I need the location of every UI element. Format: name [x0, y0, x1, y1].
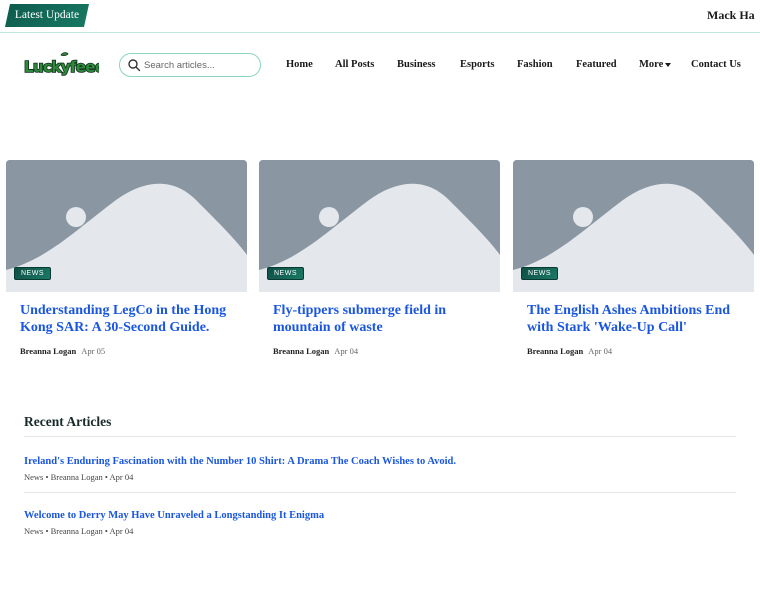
recent-article-link[interactable]: Ireland's Enduring Fascination with the … — [24, 456, 456, 467]
card-date: Apr 04 — [334, 346, 359, 356]
card-title[interactable]: Fly-tippers submerge field in mountain o… — [273, 303, 495, 336]
logo-leaf-icon — [60, 52, 69, 57]
latest-update-tag: Latest Update — [5, 4, 89, 27]
nav-fashion[interactable]: Fashion — [517, 59, 553, 70]
nav-home[interactable]: Home — [286, 59, 313, 70]
card-meta: Breanna Logan Apr 04 — [273, 346, 358, 356]
card-meta: Breanna Logan Apr 04 — [527, 346, 612, 356]
category-badge[interactable]: NEWS — [14, 267, 51, 280]
card-title[interactable]: Understanding LegCo in the Hong Kong SAR… — [20, 303, 242, 336]
nav-business[interactable]: Business — [397, 59, 436, 70]
image-placeholder[interactable]: NEWS — [513, 160, 754, 292]
card-title[interactable]: The English Ashes Ambitions End with Sta… — [527, 303, 749, 336]
card-meta: Breanna Logan Apr 05 — [20, 346, 105, 356]
card-author[interactable]: Breanna Logan — [20, 346, 76, 356]
category-badge[interactable]: NEWS — [521, 267, 558, 280]
recent-article-meta: News • Breanna Logan • Apr 04 — [24, 526, 134, 536]
image-placeholder[interactable]: NEWS — [6, 160, 247, 292]
ticker-bar: Latest Update Mack Ha — [0, 0, 760, 33]
chevron-down-icon — [665, 62, 672, 67]
recent-article-meta: News • Breanna Logan • Apr 04 — [24, 472, 134, 482]
site-logo[interactable]: Luckyfeed — [23, 52, 99, 78]
search-input[interactable] — [144, 57, 254, 73]
nav-contact-us[interactable]: Contact Us — [691, 59, 741, 70]
recent-articles-heading: Recent Articles — [24, 414, 112, 429]
card-author[interactable]: Breanna Logan — [273, 346, 329, 356]
divider — [24, 492, 736, 493]
recent-article-link[interactable]: Welcome to Derry May Have Unraveled a Lo… — [24, 510, 324, 521]
search-icon[interactable] — [127, 58, 141, 72]
card-author[interactable]: Breanna Logan — [527, 346, 583, 356]
nav-more-label: More — [639, 59, 664, 70]
card-date: Apr 05 — [81, 346, 106, 356]
nav-more[interactable]: More — [639, 59, 672, 70]
ticker-headline[interactable]: Mack Ha — [707, 8, 755, 23]
card-date: Apr 04 — [588, 346, 613, 356]
nav-featured[interactable]: Featured — [576, 59, 617, 70]
nav-esports[interactable]: Esports — [460, 59, 494, 70]
divider — [24, 436, 736, 437]
search-box[interactable] — [119, 53, 261, 77]
logo-text: Luckyfeed — [24, 58, 99, 76]
image-placeholder[interactable]: NEWS — [259, 160, 500, 292]
nav-all-posts[interactable]: All Posts — [335, 59, 374, 70]
category-badge[interactable]: NEWS — [267, 267, 304, 280]
